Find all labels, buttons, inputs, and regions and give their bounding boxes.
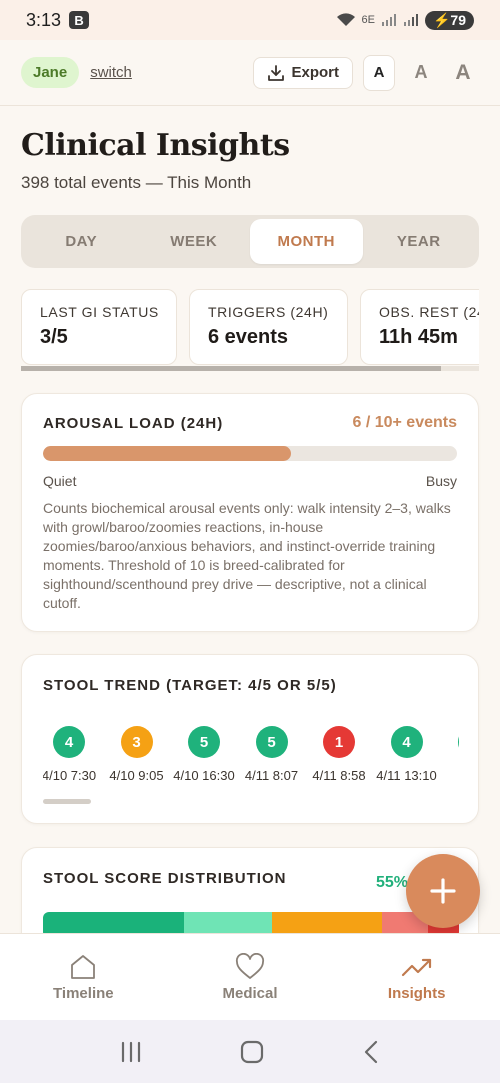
stat-value: 3/5 <box>40 326 68 348</box>
nav-timeline[interactable]: Timeline <box>0 934 167 1020</box>
recents-icon[interactable] <box>119 1041 143 1063</box>
stool-trend-title: STOOL TREND (TARGET: 4/5 OR 5/5) <box>43 677 337 694</box>
page-subtitle: 398 total events — This Month <box>21 173 252 192</box>
stat-cards[interactable]: LAST GI STATUS 3/5 TRIGGERS (24H) 6 even… <box>21 289 479 367</box>
arousal-bar-fill <box>43 446 292 461</box>
stool-score-dot: 3 <box>120 726 153 758</box>
stat-card-rest: OBS. REST (24 11h 45m <box>360 289 479 365</box>
nav-insights[interactable]: Insights <box>333 934 500 1020</box>
stool-entry[interactable]: 4/ <box>434 726 459 783</box>
tab-week[interactable]: WEEK <box>138 219 251 264</box>
tab-day[interactable]: DAY <box>25 219 138 264</box>
home-button-icon[interactable] <box>240 1040 264 1064</box>
stool-score-dot: 4 <box>53 726 85 758</box>
stool-score-dot: 1 <box>323 726 355 758</box>
trend-icon <box>401 958 431 976</box>
stool-score-dot <box>458 726 459 758</box>
status-time: 3:13 <box>26 9 62 30</box>
heart-icon <box>235 952 265 979</box>
top-bar: Jane switch Export A A A <box>0 40 500 106</box>
tab-month[interactable]: MONTH <box>250 219 363 264</box>
network-label: 6E <box>361 14 375 26</box>
scrollbar-thumb[interactable] <box>21 366 441 371</box>
arousal-load-card: AROUSAL LOAD (24H) 6 / 10+ events Quiet … <box>21 393 479 632</box>
battery-indicator: ⚡79 <box>424 10 474 30</box>
nav-medical[interactable]: Medical <box>167 934 334 1020</box>
stool-trend-card: STOOL TREND (TARGET: 4/5 OR 5/5) 4 4/10 7… <box>21 654 479 824</box>
arousal-bar <box>43 446 457 461</box>
font-size-small[interactable]: A <box>363 54 395 91</box>
page-title: Clinical Insights <box>21 128 290 163</box>
stat-scrollbar[interactable] <box>21 366 479 371</box>
stool-scrollbar[interactable] <box>43 799 91 804</box>
stat-value: 11h 45m <box>379 326 458 348</box>
stat-value: 6 events <box>208 326 289 348</box>
plus-icon <box>430 878 456 904</box>
period-selector: DAY WEEK MONTH YEAR <box>21 215 479 268</box>
stool-score-dot: 5 <box>188 726 220 758</box>
stat-label: OBS. REST (24 <box>379 304 479 320</box>
status-icons: 6E ⚡79 <box>336 10 474 30</box>
tab-year[interactable]: YEAR <box>363 219 476 264</box>
export-button[interactable]: Export <box>253 56 353 89</box>
nav-timeline-label: Timeline <box>53 984 114 1002</box>
nav-medical-label: Medical <box>222 984 278 1002</box>
home-icon <box>71 954 96 979</box>
wifi-icon <box>336 13 355 26</box>
scale-high-label: Busy <box>425 473 457 489</box>
back-icon[interactable] <box>361 1040 381 1064</box>
arousal-description: Counts biochemical arousal events only: … <box>43 500 451 611</box>
notification-badge: B <box>69 11 90 29</box>
stool-score-dot: 4 <box>390 726 423 758</box>
battery-level: 79 <box>450 11 466 28</box>
switch-user-link[interactable]: switch <box>90 64 132 81</box>
add-event-button[interactable] <box>406 854 480 928</box>
font-size-medium[interactable]: A <box>405 55 437 91</box>
stat-card-gi-status: LAST GI STATUS 3/5 <box>21 289 177 365</box>
download-icon <box>268 64 285 81</box>
stool-score-dot: 5 <box>255 726 288 758</box>
arousal-count: 6 / 10+ events <box>352 414 457 431</box>
distribution-percent: 55% <box>375 874 408 891</box>
stool-trend-strip[interactable]: 4 4/10 7:30 3 4/10 9:05 5 4/10 16:30 5 4/11 8:0… <box>43 726 459 786</box>
stat-card-triggers: TRIGGERS (24H) 6 events <box>189 289 348 365</box>
bottom-nav: Timeline Medical Insights <box>0 933 500 1020</box>
arousal-title: AROUSAL LOAD (24H) <box>43 414 224 432</box>
signal-icon <box>381 14 396 26</box>
stat-label: LAST GI STATUS <box>40 304 159 320</box>
stat-label: TRIGGERS (24H) <box>208 304 329 320</box>
user-chip[interactable]: Jane <box>21 57 80 88</box>
font-size-selector: A A A <box>363 54 479 91</box>
status-bar: 3:13 B 6E ⚡79 <box>0 0 500 40</box>
export-label: Export <box>291 64 339 81</box>
font-size-large[interactable]: A <box>447 55 479 91</box>
stool-timestamp: 4/ <box>434 768 459 783</box>
scale-low-label: Quiet <box>43 473 77 489</box>
nav-insights-label: Insights <box>387 984 446 1002</box>
system-nav-bar <box>0 1020 500 1083</box>
signal-icon-2 <box>403 14 418 26</box>
